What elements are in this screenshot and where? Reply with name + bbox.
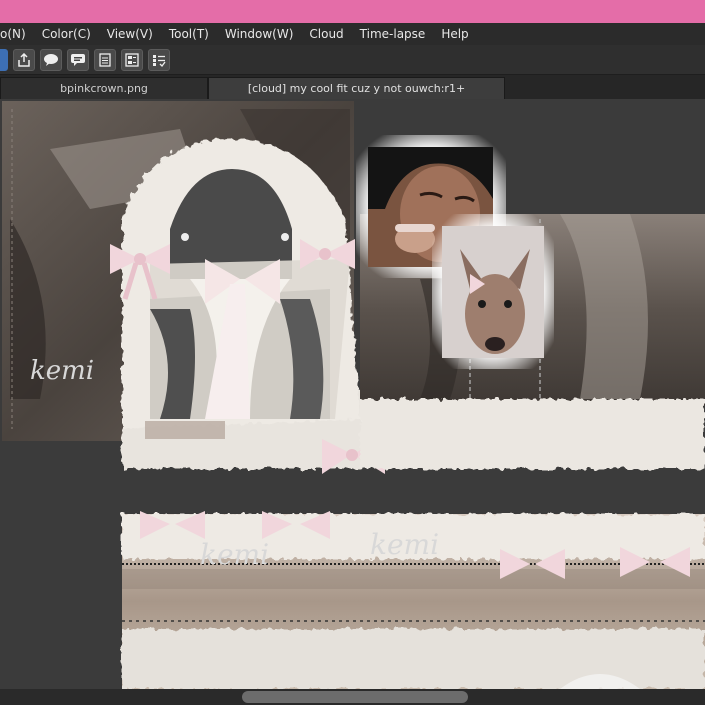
tab-cloud-canvas[interactable]: [cloud] my cool fit cuz y not ouwch:r1+ [208,77,505,99]
menu-file[interactable]: o(N) [0,27,34,41]
share-icon [18,52,30,67]
title-bar [0,0,705,23]
tab-bar: bpinkcrown.png [cloud] my cool fit cuz y… [0,75,705,99]
menu-help[interactable]: Help [433,27,476,41]
scrollbar-thumb[interactable] [242,691,468,703]
menu-time-lapse[interactable]: Time-lapse [352,27,434,41]
canvas-area[interactable]: kemi kemi kemi [0,99,705,689]
menu-view[interactable]: View(V) [99,27,161,41]
menu-bar: o(N) Color(C) View(V) Tool(T) Window(W) … [0,23,705,45]
comment-button[interactable] [40,48,62,71]
bottom-strip: kemi kemi [122,511,705,689]
speech-button[interactable] [67,48,89,71]
share-button[interactable] [13,48,35,71]
menu-color[interactable]: Color(C) [34,27,99,41]
horizontal-scrollbar[interactable] [0,689,705,705]
tab-label: [cloud] my cool fit cuz y not ouwch:r1+ [247,82,466,95]
page-icon [99,52,111,67]
canvas-artwork: kemi kemi kemi [2,101,705,689]
signature-bottom-2: kemi [370,528,439,561]
checklist-button[interactable] [148,48,170,71]
panel-icon [125,52,139,67]
checklist-icon [153,54,166,67]
tab-label: bpinkcrown.png [60,82,148,95]
page-button[interactable] [94,48,116,71]
layer-button[interactable] [0,48,8,71]
panel-button[interactable] [121,48,143,71]
signature-bottom-1: kemi [200,538,269,571]
tab-bpinkcrown[interactable]: bpinkcrown.png [0,77,208,99]
toolbar [0,45,705,75]
signature-left: kemi [30,356,94,386]
deer-photo [432,214,554,369]
menu-tool[interactable]: Tool(T) [161,27,217,41]
comment-icon [44,53,58,66]
menu-window[interactable]: Window(W) [217,27,302,41]
menu-cloud[interactable]: Cloud [301,27,351,41]
speech-icon [71,53,85,66]
